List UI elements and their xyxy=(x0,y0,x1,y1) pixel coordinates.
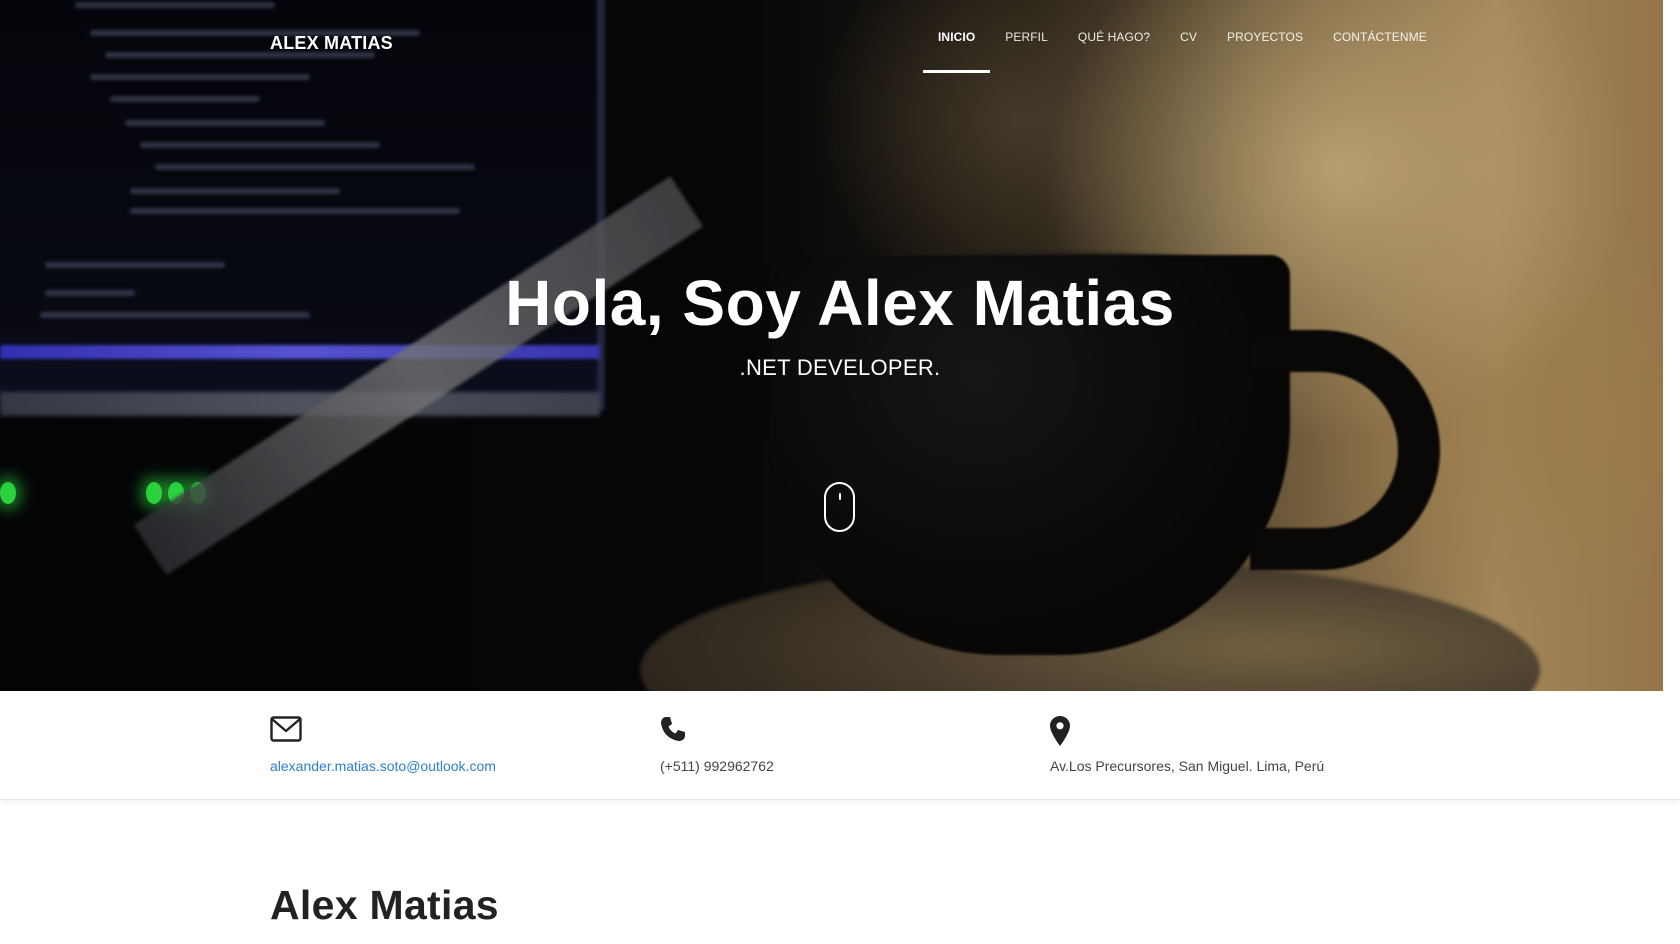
mouse-scroll-icon[interactable] xyxy=(824,482,855,532)
envelope-icon xyxy=(270,716,302,747)
phone-text: (+511) 992962762 xyxy=(660,758,774,774)
nav-item-perfil[interactable]: PERFIL xyxy=(990,0,1063,73)
hero-section: ALEX MATIAS INICIO PERFIL QUÉ HAGO? CV P… xyxy=(0,0,1663,691)
mouse-wheel xyxy=(839,493,841,500)
nav-item-proyectos[interactable]: PROYECTOS xyxy=(1212,0,1318,73)
hero-title: Hola, Soy Alex Matias xyxy=(505,267,1175,339)
nav-item-contactenme[interactable]: CONTÁCTENME xyxy=(1318,0,1442,73)
hero-subtitle: .NET DEVELOPER. xyxy=(739,355,941,380)
hero-overlay xyxy=(0,0,1663,691)
contact-bar: alexander.matias.soto@outlook.com (+511)… xyxy=(0,691,1680,800)
nav-item-inicio[interactable]: INICIO xyxy=(923,0,991,73)
nav-item-cv[interactable]: CV xyxy=(1165,0,1212,73)
address-text: Av.Los Precursores, San Miguel. Lima, Pe… xyxy=(1050,758,1325,774)
main-nav: INICIO PERFIL QUÉ HAGO? CV PROYECTOS CON… xyxy=(923,0,1442,73)
phone-icon xyxy=(660,716,686,747)
profile-name: Alex Matias xyxy=(270,882,499,928)
email-link[interactable]: alexander.matias.soto@outlook.com xyxy=(270,758,496,774)
map-marker-icon xyxy=(1050,716,1070,751)
nav-item-que-hago[interactable]: QUÉ HAGO? xyxy=(1063,0,1165,73)
page: ALEX MATIAS INICIO PERFIL QUÉ HAGO? CV P… xyxy=(0,0,1680,944)
brand-logo[interactable]: ALEX MATIAS xyxy=(270,33,393,54)
